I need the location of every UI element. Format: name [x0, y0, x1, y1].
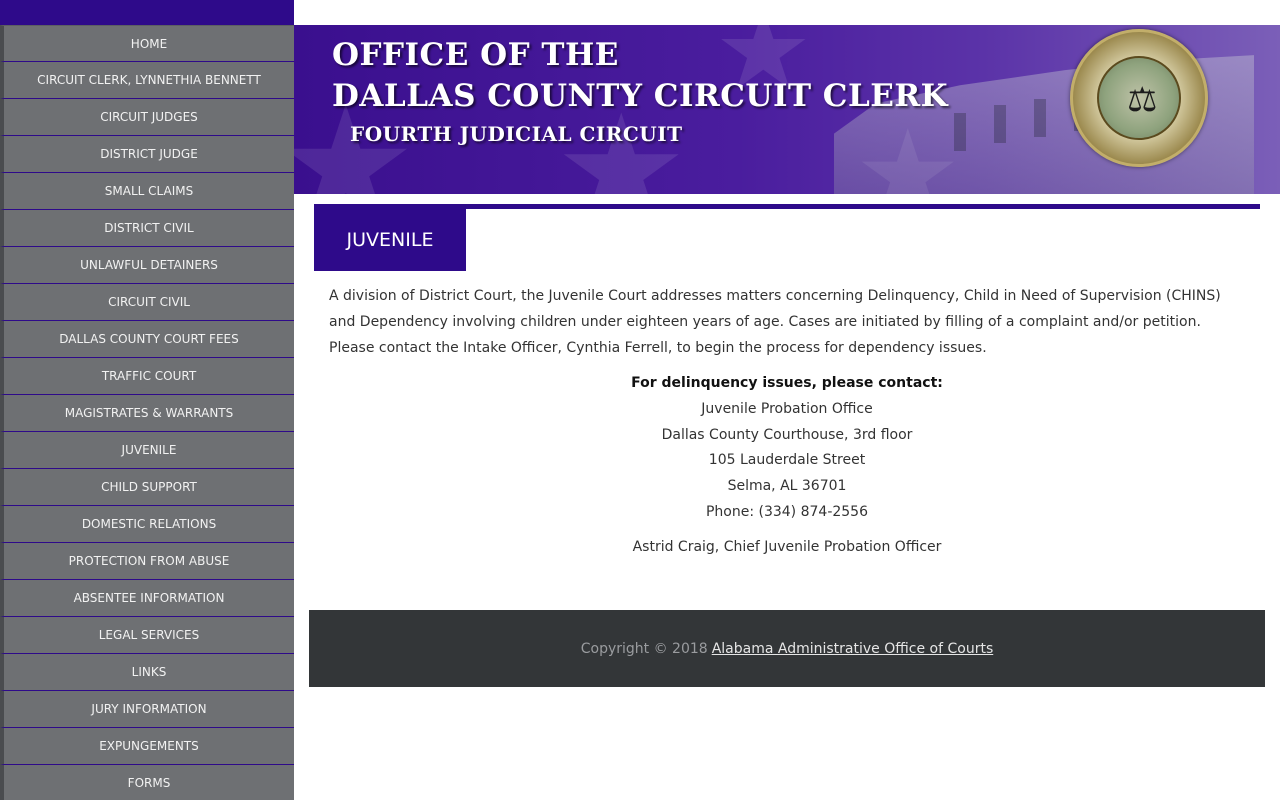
contact-location: Dallas County Courthouse, 3rd floor [661, 426, 913, 443]
banner-title-line1: OFFICE OF THE [332, 37, 619, 73]
nav-item-juvenile[interactable]: JUVENILE [0, 432, 294, 469]
chief-officer: Astrid Craig, Chief Juvenile Probation O… [632, 538, 942, 555]
nav-item-home[interactable]: HOME [0, 25, 294, 62]
scales-of-justice-icon: ⚖ [1127, 80, 1158, 120]
nav-item-child-support[interactable]: CHILD SUPPORT [0, 469, 294, 506]
nav-item-traffic-court[interactable]: TRAFFIC COURT [0, 358, 294, 395]
main-content: JUVENILE A division of District Court, t… [314, 204, 1260, 558]
footer: Copyright © 2018 Alabama Administrative … [309, 610, 1265, 687]
header-banner: ★ ★ ★ ★ OFFICE OF THE DALLAS COUNTY CIRC… [294, 25, 1280, 194]
intro-paragraph: A division of District Court, the Juveni… [329, 288, 1221, 356]
sidebar-nav: HOME CIRCUIT CLERK, LYNNETHIA BENNETT CI… [0, 0, 294, 800]
footer-aoc-link[interactable]: Alabama Administrative Office of Courts [712, 641, 994, 657]
section-title: JUVENILE [314, 209, 466, 271]
nav-item-district-civil[interactable]: DISTRICT CIVIL [0, 210, 294, 247]
nav-item-unlawful-detainers[interactable]: UNLAWFUL DETAINERS [0, 247, 294, 284]
nav-item-expungements[interactable]: EXPUNGEMENTS [0, 728, 294, 765]
contact-city: Selma, AL 36701 [727, 478, 847, 495]
nav-item-circuit-judges[interactable]: CIRCUIT JUDGES [0, 99, 294, 136]
contact-street: 105 Lauderdale Street [708, 452, 866, 469]
nav-item-protection-from-abuse[interactable]: PROTECTION FROM ABUSE [0, 543, 294, 580]
nav-item-magistrates-warrants[interactable]: MAGISTRATES & WARRANTS [0, 395, 294, 432]
footer-copyright: Copyright © 2018 [580, 640, 708, 657]
nav-item-jury-information[interactable]: JURY INFORMATION [0, 691, 294, 728]
seal-center: ⚖ [1097, 56, 1181, 140]
nav-item-legal-services[interactable]: LEGAL SERVICES [0, 617, 294, 654]
nav-item-circuit-clerk[interactable]: CIRCUIT CLERK, LYNNETHIA BENNETT [0, 62, 294, 99]
nav-item-small-claims[interactable]: SMALL CLAIMS [0, 173, 294, 210]
banner-title-line3: FOURTH JUDICIAL CIRCUIT [350, 122, 683, 146]
banner-title-line2: DALLAS COUNTY CIRCUIT CLERK [332, 78, 949, 114]
contact-block: For delinquency issues, please contact: … [314, 371, 1260, 526]
judicial-seal-icon: ⚖ [1070, 29, 1208, 167]
sidebar-top-bar [0, 0, 294, 25]
nav-list: HOME CIRCUIT CLERK, LYNNETHIA BENNETT CI… [0, 25, 294, 800]
contact-phone: Phone: (334) 874-2556 [705, 503, 869, 520]
nav-item-court-fees[interactable]: DALLAS COUNTY COURT FEES [0, 321, 294, 358]
nav-item-links[interactable]: LINKS [0, 654, 294, 691]
contact-office: Juvenile Probation Office [701, 400, 873, 417]
contact-heading: For delinquency issues, please contact: [631, 375, 943, 391]
nav-item-district-judge[interactable]: DISTRICT JUDGE [0, 136, 294, 173]
nav-item-forms[interactable]: FORMS [0, 765, 294, 800]
nav-item-domestic-relations[interactable]: DOMESTIC RELATIONS [0, 506, 294, 543]
nav-item-circuit-civil[interactable]: CIRCUIT CIVIL [0, 284, 294, 321]
nav-item-absentee-information[interactable]: ABSENTEE INFORMATION [0, 580, 294, 617]
